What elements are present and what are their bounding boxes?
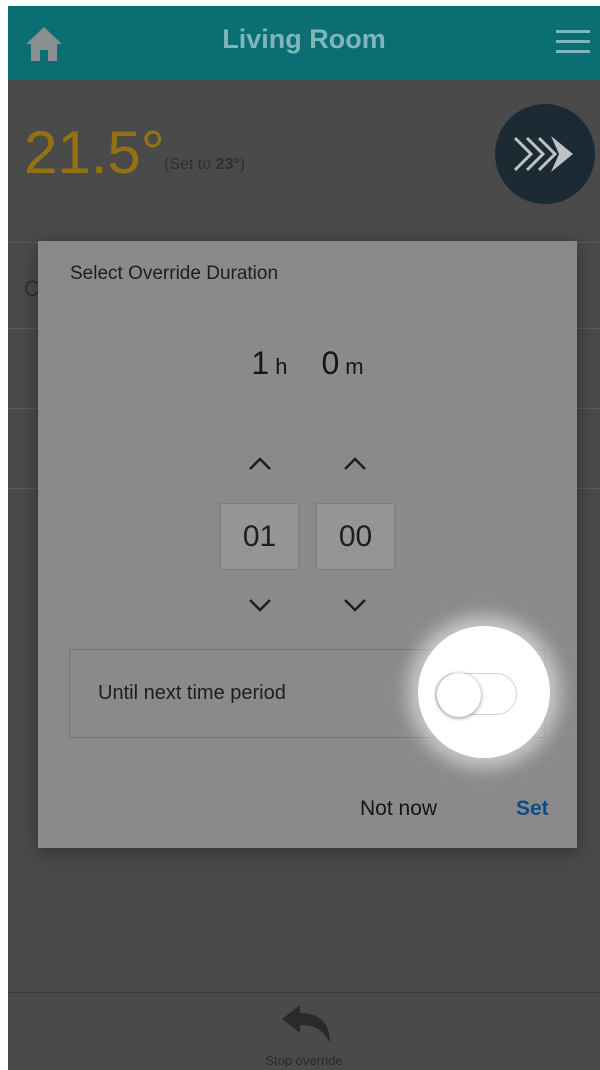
hours-input[interactable]: 01 <box>220 503 299 570</box>
not-now-button[interactable]: Not now <box>360 797 437 821</box>
boost-button[interactable] <box>495 104 595 204</box>
set-temperature: (Set to 23°) <box>164 156 245 174</box>
toggle-knob[interactable] <box>437 673 481 717</box>
minutes-value: 0 <box>321 345 340 381</box>
menu-icon[interactable] <box>556 28 590 56</box>
hours-up-chevron-icon[interactable] <box>248 457 272 471</box>
current-temperature: 21.5° <box>24 119 165 186</box>
duration-display: 1h 0m <box>38 345 577 382</box>
set-prefix: (Set to <box>164 156 216 173</box>
set-value: 23° <box>215 156 240 173</box>
minutes-up-chevron-icon[interactable] <box>343 457 367 471</box>
hours-unit: h <box>275 354 288 379</box>
until-next-period-label: Until next time period <box>98 682 286 704</box>
undo-icon <box>282 1005 330 1043</box>
set-suffix: ) <box>239 156 246 173</box>
minutes-down-chevron-icon[interactable] <box>343 598 367 612</box>
stop-override-label: Stop override <box>265 1053 343 1068</box>
set-button[interactable]: Set <box>516 797 549 821</box>
app-screen: Living Room 21.5° (Set to 23°) C Stop ov… <box>8 6 600 1070</box>
minutes-input[interactable]: 00 <box>316 503 395 570</box>
override-duration-dialog: Select Override Duration 1h 0m 01 00 Unti… <box>38 241 577 848</box>
fast-forward-icon <box>513 136 573 172</box>
top-bar: Living Room <box>8 6 600 80</box>
dialog-title: Select Override Duration <box>70 263 279 284</box>
hours-value: 1 <box>251 345 270 381</box>
page-title: Living Room <box>222 24 386 54</box>
bottom-bar: Stop override <box>8 992 600 1070</box>
hours-down-chevron-icon[interactable] <box>248 598 272 612</box>
minutes-unit: m <box>345 354 364 379</box>
